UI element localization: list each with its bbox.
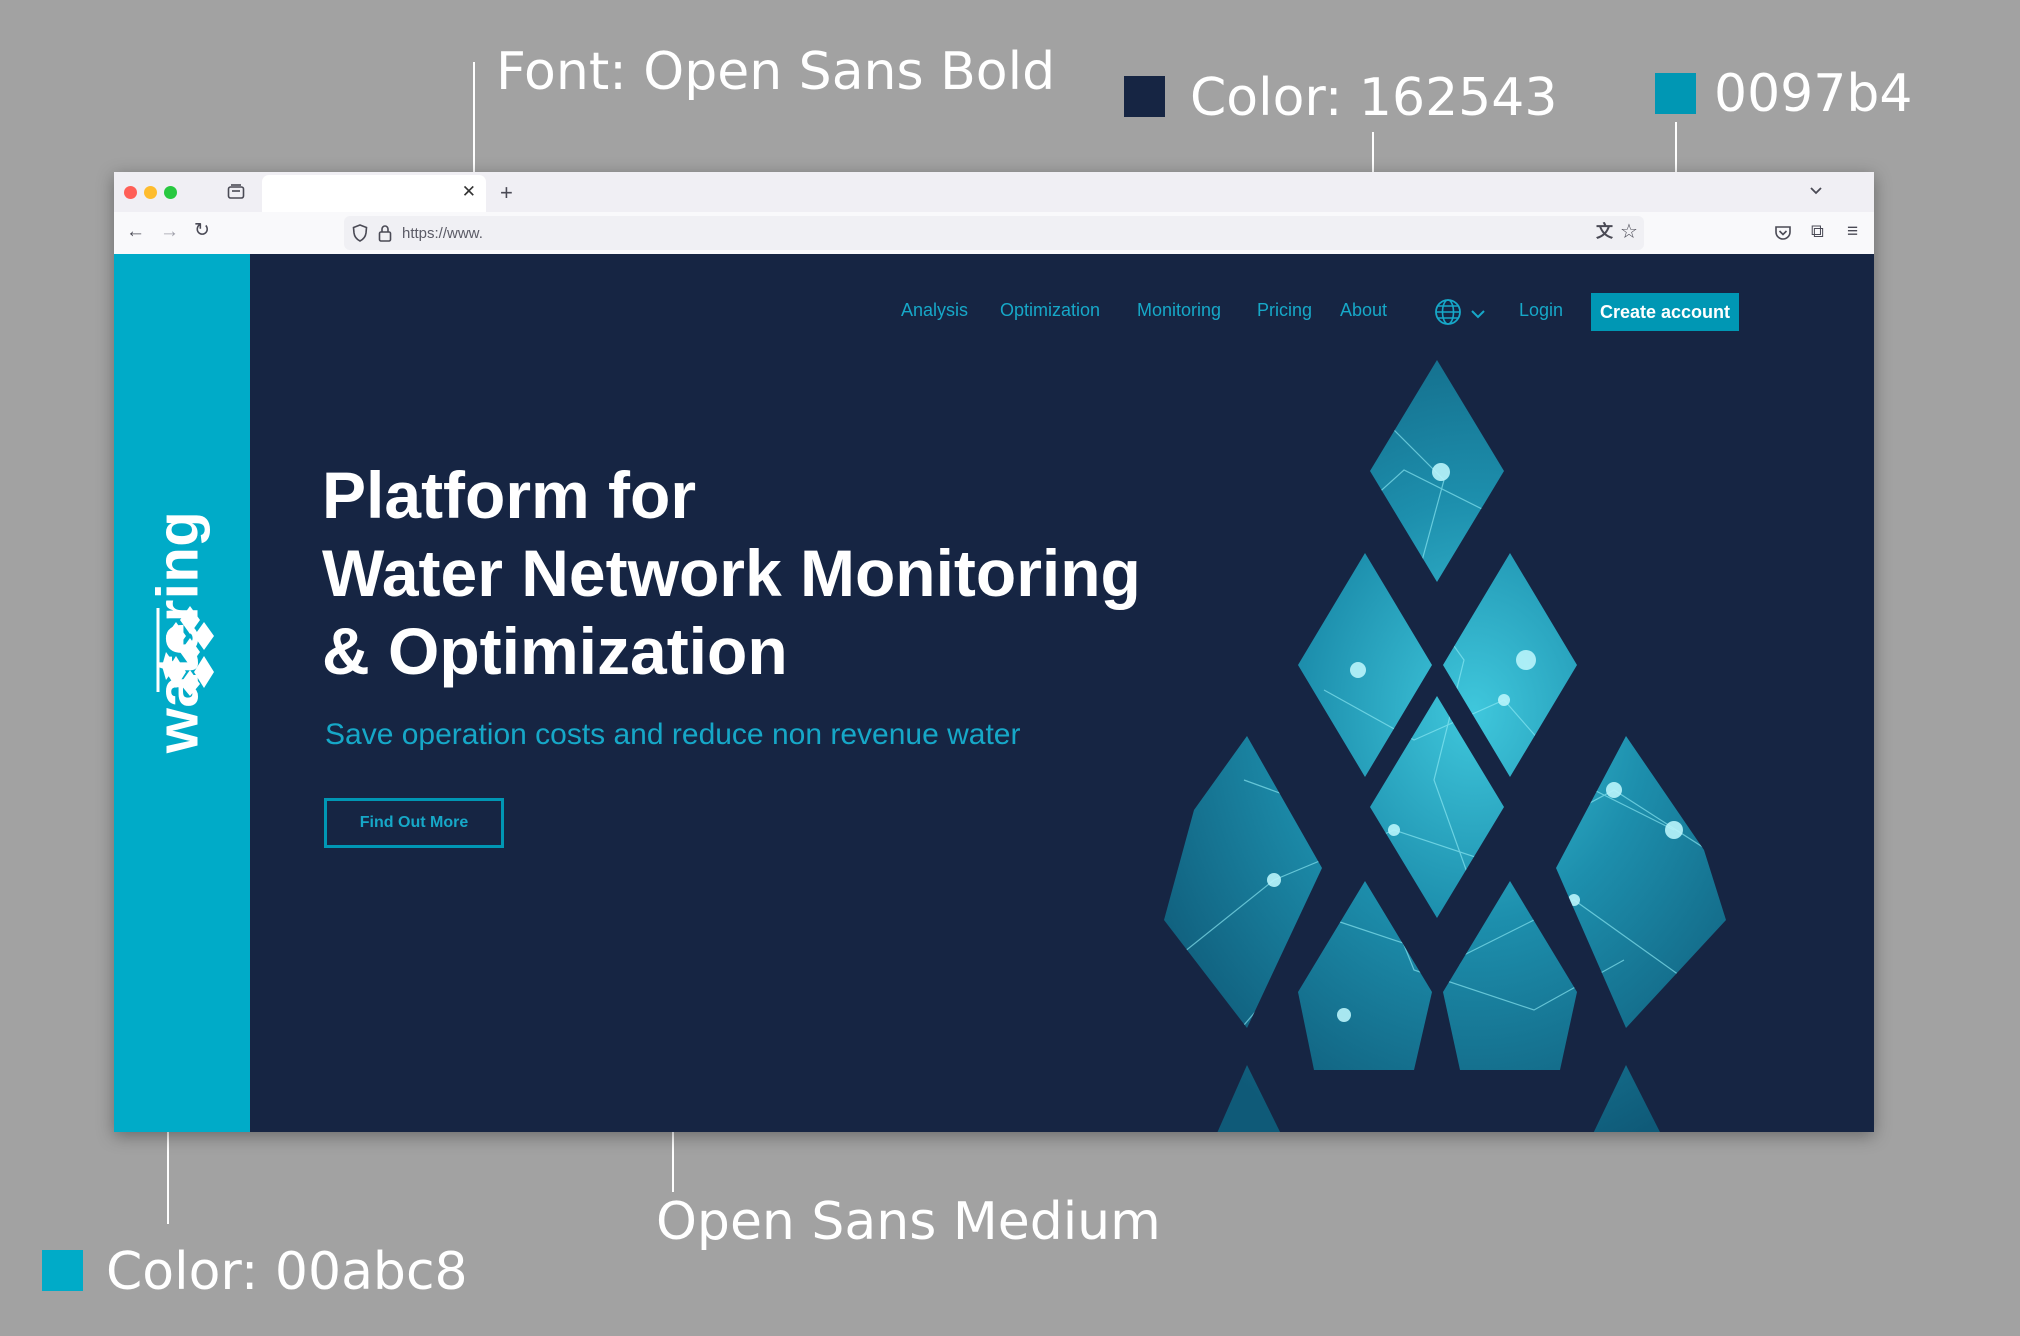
url-text: https://www. xyxy=(402,225,483,242)
browser-window: ✕ + ← → ↻ https://www. 文 ☆ ⧉ ≡ Analysis … xyxy=(114,172,1874,1132)
forward-icon[interactable]: → xyxy=(160,222,179,241)
pocket-icon[interactable] xyxy=(1774,225,1792,241)
nav-optimization[interactable]: Optimization xyxy=(1000,300,1100,321)
nav-pricing[interactable]: Pricing xyxy=(1257,300,1312,321)
close-tab-icon[interactable]: ✕ xyxy=(462,182,476,202)
hero-subtitle: Save operation costs and reduce non reve… xyxy=(325,718,1021,751)
nav-analysis[interactable]: Analysis xyxy=(901,300,968,321)
lock-icon xyxy=(378,225,392,242)
web-page: watering Analysis Optimization Monitorin… xyxy=(114,254,1874,1132)
sidebar: watering xyxy=(114,254,250,1132)
annotation-font-bold: Font: Open Sans Bold xyxy=(496,42,1056,102)
globe-icon xyxy=(1435,299,1461,325)
nav-about[interactable]: About xyxy=(1340,300,1387,321)
swatch-button xyxy=(1655,73,1696,114)
nav-monitoring[interactable]: Monitoring xyxy=(1137,300,1221,321)
hero-title-line-3: & Optimization xyxy=(322,614,788,688)
watering-logo-icon[interactable] xyxy=(154,600,214,700)
navigation-bar: ← → ↻ https://www. 文 ☆ ⧉ ≡ xyxy=(114,212,1874,255)
minimize-window-button[interactable] xyxy=(144,186,157,199)
title-bar: ✕ + xyxy=(114,172,1874,212)
annotation-color-sidebar: Color: 00abc8 xyxy=(106,1242,468,1302)
bookmark-star-icon[interactable]: ☆ xyxy=(1620,222,1638,242)
language-selector[interactable] xyxy=(1434,298,1490,328)
hero-title: Platform for Water Network Monitoring & … xyxy=(322,456,1282,690)
reload-icon[interactable]: ↻ xyxy=(194,221,210,240)
new-tab-icon[interactable]: + xyxy=(500,182,513,204)
menu-icon[interactable]: ≡ xyxy=(1847,222,1858,241)
hero-title-line-1: Platform for xyxy=(322,458,697,532)
browser-tab[interactable]: ✕ xyxy=(262,175,486,212)
back-icon[interactable]: ← xyxy=(126,222,145,241)
shield-icon[interactable] xyxy=(352,224,368,242)
hero-title-line-2: Water Network Monitoring xyxy=(322,536,1141,610)
create-account-button[interactable]: Create account xyxy=(1591,293,1739,331)
close-window-button[interactable] xyxy=(124,186,137,199)
address-bar[interactable]: https://www. 文 ☆ xyxy=(344,216,1644,250)
drop-network-graphic xyxy=(1164,360,1726,1132)
maximize-window-button[interactable] xyxy=(164,186,177,199)
annotation-color-dark: Color: 162543 xyxy=(1190,68,1558,128)
translate-icon[interactable]: 文 xyxy=(1596,223,1613,240)
annotation-font-medium: Open Sans Medium xyxy=(656,1192,1161,1252)
chevron-down-icon[interactable] xyxy=(1809,186,1823,196)
extensions-icon[interactable]: ⧉ xyxy=(1811,222,1824,240)
tab-overview-icon[interactable] xyxy=(227,184,245,200)
annotation-color-button: 0097b4 xyxy=(1714,64,1913,124)
chevron-down-icon xyxy=(1471,310,1485,319)
login-link[interactable]: Login xyxy=(1519,300,1563,321)
find-out-more-button[interactable]: Find Out More xyxy=(324,798,504,848)
swatch-dark xyxy=(1124,76,1165,117)
swatch-sidebar xyxy=(42,1250,83,1291)
